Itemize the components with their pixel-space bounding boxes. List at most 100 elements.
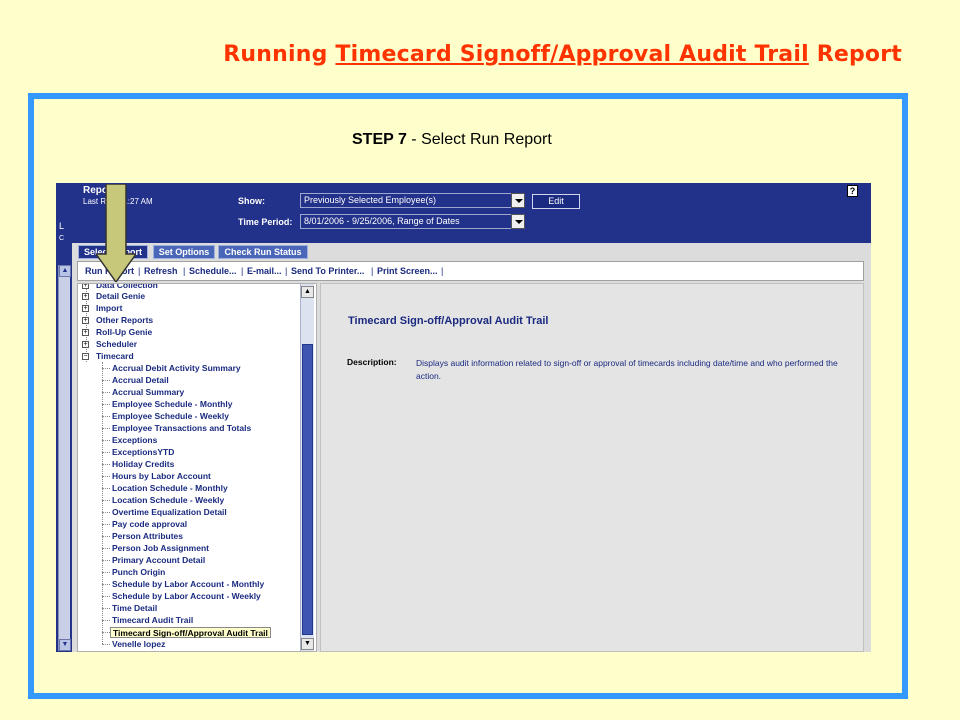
tree-branch-line <box>102 596 110 597</box>
tree-item[interactable]: Accrual Debit Activity Summary <box>112 363 241 374</box>
tree-branch-line <box>102 608 110 609</box>
side-letter-1: L <box>59 221 65 231</box>
tree-branch-line <box>102 368 110 369</box>
scroll-up-icon[interactable]: ▲ <box>301 286 314 298</box>
tree-item[interactable]: Schedule by Labor Account - Weekly <box>112 591 261 602</box>
time-period-select[interactable]: 8/01/2006 - 9/25/2006, Range of Dates <box>300 214 512 229</box>
tree-item[interactable]: Schedule by Labor Account - Monthly <box>112 579 264 590</box>
tree-item[interactable]: Employee Schedule - Weekly <box>112 411 229 422</box>
tree-branch-line <box>102 404 110 405</box>
scroll-thumb[interactable] <box>302 344 313 635</box>
tree-item[interactable]: Punch Origin <box>112 567 165 578</box>
tree-item-timecard[interactable]: Timecard <box>96 351 134 362</box>
schedule-button[interactable]: Schedule... <box>189 266 237 276</box>
left-scrollbar[interactable]: ▲ ▼ <box>58 265 71 651</box>
tree-expand-icon[interactable]: + <box>82 329 89 336</box>
tree-item[interactable]: Location Schedule - Weekly <box>112 495 224 506</box>
tree-item-roll-up-genie[interactable]: Roll-Up Genie <box>96 327 152 338</box>
tree-collapse-icon[interactable]: − <box>82 353 89 360</box>
tab-set-options[interactable]: Set Options <box>153 245 215 259</box>
tree-expand-icon[interactable]: + <box>82 284 89 289</box>
tree-item[interactable]: Accrual Detail <box>112 375 169 386</box>
chevron-down-icon[interactable] <box>511 214 525 229</box>
tree-item[interactable]: Time Detail <box>112 603 157 614</box>
description-label: Description: <box>347 357 397 367</box>
tree-item[interactable]: Exceptions <box>112 435 157 446</box>
tree-item-data-collection[interactable]: Data Collection <box>96 284 158 291</box>
tree-expand-icon[interactable]: + <box>82 305 89 312</box>
refresh-button[interactable]: Refresh <box>144 266 178 276</box>
tree-branch-line <box>102 500 110 501</box>
tree-item[interactable]: Person Attributes <box>112 531 183 542</box>
tree-item[interactable]: Person Job Assignment <box>112 543 209 554</box>
tree-expand-icon[interactable]: + <box>82 341 89 348</box>
email-button[interactable]: E-mail... <box>247 266 282 276</box>
print-screen-button[interactable]: Print Screen... <box>377 266 438 276</box>
side-letter-2: C <box>59 235 65 242</box>
tree-item[interactable]: Primary Account Detail <box>112 555 205 566</box>
help-icon[interactable]: ? <box>847 185 858 197</box>
tree-item[interactable]: Overtime Equalization Detail <box>112 507 227 518</box>
tree-item[interactable]: Accrual Summary <box>112 387 184 398</box>
report-title-heading: Timecard Sign-off/Approval Audit Trail <box>348 315 549 327</box>
tree-branch-line <box>102 572 110 573</box>
tree-item[interactable]: ExceptionsYTD <box>112 447 174 458</box>
chevron-down-icon[interactable] <box>511 193 525 208</box>
tree-item-import[interactable]: Import <box>96 303 122 314</box>
tree-item-selected[interactable]: Timecard Sign-off/Approval Audit Trail <box>110 627 271 638</box>
tree-item[interactable]: Employee Schedule - Monthly <box>112 399 232 410</box>
toolbar-separator: | <box>371 266 374 276</box>
tree-expand-icon[interactable]: + <box>82 293 89 300</box>
report-tree: + Data Collection + Detail Genie + Impor… <box>77 283 317 652</box>
tree-branch-line <box>102 428 110 429</box>
app-window: Repo Last R ed:11:27 AM Show: Previously… <box>56 183 871 652</box>
step-label: STEP 7 <box>352 131 407 148</box>
scroll-down-icon[interactable]: ▼ <box>59 639 71 651</box>
tree-branch-line <box>102 452 110 453</box>
tree-branch-line <box>102 560 110 561</box>
tree-branch-line <box>102 476 110 477</box>
tree-item[interactable]: Pay code approval <box>112 519 187 530</box>
tree-item[interactable]: Holiday Credits <box>112 459 174 470</box>
tree-expand-icon[interactable]: + <box>82 317 89 324</box>
slide-title-suffix: Report <box>808 42 902 67</box>
toolbar-separator: | <box>441 266 444 276</box>
tree-branch-line <box>102 440 110 441</box>
description-text: Displays audit information related to si… <box>416 358 838 381</box>
toolbar-separator: | <box>183 266 186 276</box>
tree-item[interactable]: Employee Transactions and Totals <box>112 423 251 434</box>
tree-item-scheduler[interactable]: Scheduler <box>96 339 137 350</box>
tree-branch-line <box>102 416 110 417</box>
step-text: - Select Run Report <box>406 131 552 148</box>
show-select[interactable]: Previously Selected Employee(s) <box>300 193 512 208</box>
toolbar-separator: | <box>241 266 244 276</box>
tree-branch-line <box>102 620 110 621</box>
app-header: Repo Last R ed:11:27 AM Show: Previously… <box>56 183 871 243</box>
tree-item[interactable]: Venelle lopez <box>112 639 165 650</box>
slide-title-prefix: Running <box>223 42 336 67</box>
scroll-down-icon[interactable]: ▼ <box>301 638 314 650</box>
tree-item-detail-genie[interactable]: Detail Genie <box>96 291 145 302</box>
slide-title-link: Timecard Signoff/Approval Audit Trail <box>335 42 809 67</box>
tree-branch-line <box>102 488 110 489</box>
toolbar-separator: | <box>138 266 141 276</box>
send-to-printer-button[interactable]: Send To Printer... <box>291 266 364 276</box>
scroll-up-icon[interactable]: ▲ <box>59 265 71 277</box>
tab-check-run-status[interactable]: Check Run Status <box>218 245 308 259</box>
tree-branch-line <box>102 524 110 525</box>
toolbar-separator: | <box>285 266 288 276</box>
tree-branch-line <box>102 548 110 549</box>
step-instruction: STEP 7 - Select Run Report <box>352 131 552 149</box>
tree-item[interactable]: Location Schedule - Monthly <box>112 483 228 494</box>
report-details-panel: Timecard Sign-off/Approval Audit Trail D… <box>320 283 864 652</box>
tree-branch-line <box>102 632 110 633</box>
left-nav-strip: L C ▲ ▼ <box>56 183 72 652</box>
edit-button[interactable]: Edit <box>532 194 580 209</box>
tree-scrollbar[interactable]: ▲ ▼ <box>300 284 314 651</box>
tree-branch-line <box>102 584 110 585</box>
toolbar: Run Report | Refresh | Schedule... | E-m… <box>77 261 864 281</box>
tree-item-other-reports[interactable]: Other Reports <box>96 315 153 326</box>
tree-item[interactable]: Hours by Labor Account <box>112 471 211 482</box>
tree-item[interactable]: Timecard Audit Trail <box>112 615 193 626</box>
tree-branch-line <box>102 536 110 537</box>
